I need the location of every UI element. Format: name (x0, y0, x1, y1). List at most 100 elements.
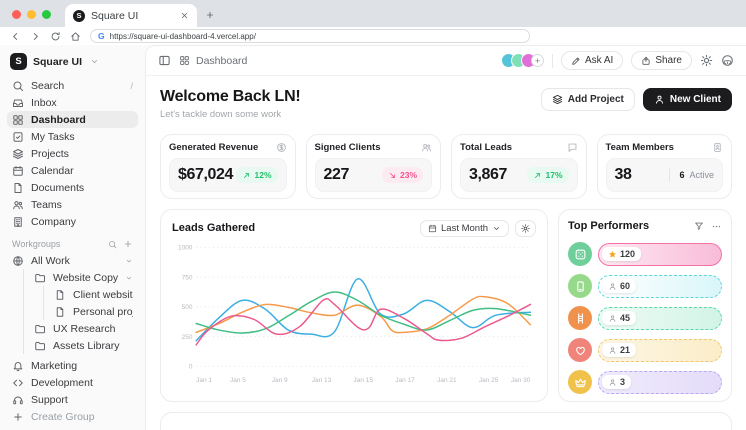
workgroup-item-client-website[interactable]: Client website (7, 286, 138, 303)
date-range-selector[interactable]: Last Month (420, 219, 509, 237)
performer-badge: 60 (602, 279, 637, 293)
theme-toggle-icon[interactable] (700, 54, 713, 67)
person-icon (608, 282, 617, 291)
ladder-avatar (568, 306, 592, 330)
stat-card-team-members: Team Members 38 6 Active (596, 134, 732, 199)
sidebar-footer-nav: Marketing Development Support (7, 357, 138, 408)
filter-icon[interactable] (694, 221, 704, 231)
chart-settings-button[interactable] (515, 219, 536, 237)
sidebar-item-documents[interactable]: Documents (7, 179, 138, 196)
new-client-button[interactable]: New Client (642, 88, 732, 111)
top-performers-card: Top Performers 120 60 45 21 3 (558, 209, 732, 402)
share-button[interactable]: Share (631, 51, 692, 70)
divider (551, 53, 553, 68)
coin-icon (276, 142, 287, 153)
home-icon[interactable] (70, 31, 81, 42)
globe-icon (12, 255, 24, 267)
performer-bar: 21 (598, 338, 722, 362)
performer-bar: 45 (598, 306, 722, 330)
layers-icon (12, 148, 24, 160)
forward-icon[interactable] (30, 31, 41, 42)
workgroup-item-website-copy[interactable]: Website Copy (7, 269, 138, 286)
workgroup-item-all-work[interactable]: All Work (7, 252, 138, 269)
performer-row[interactable]: 45 (568, 306, 722, 330)
reload-icon[interactable] (50, 31, 61, 42)
sidebar-item-development[interactable]: Development (7, 374, 138, 391)
sidebar-item-teams[interactable]: Teams (7, 196, 138, 213)
trend-up-badge: 12% (236, 167, 278, 183)
svg-text:Jan 21: Jan 21 (437, 377, 457, 384)
stat-card-generated-revenue: Generated Revenue $67,024 12% (160, 134, 296, 199)
performers-title: Top Performers (568, 220, 650, 232)
more-options-icon[interactable] (711, 221, 722, 232)
sidebar-item-projects[interactable]: Projects (7, 145, 138, 162)
stat-label: Generated Revenue (169, 142, 259, 153)
svg-text:Jan 25: Jan 25 (479, 377, 499, 384)
ask-ai-button[interactable]: Ask AI (560, 51, 624, 70)
sidebar: S Square UI Search / Inbox Dashboard My Task… (0, 45, 145, 430)
sidebar-item-calendar[interactable]: Calendar (7, 162, 138, 179)
project-icon (552, 94, 563, 105)
window-minimize-button[interactable] (27, 10, 36, 19)
workgroups-add-icon[interactable] (123, 239, 133, 249)
tab-favicon: S (73, 9, 85, 22)
page-title: Welcome Back LN! (160, 88, 301, 105)
breadcrumb: Dashboard (196, 54, 248, 67)
url-bar[interactable]: G https://square-ui-dashboard-4.vercel.a… (90, 29, 530, 43)
browser-window: S Square UI G https://square-ui-dashboar… (0, 0, 746, 430)
back-icon[interactable] (10, 31, 21, 42)
workgroups-search-icon[interactable] (108, 240, 117, 249)
tab-close-icon[interactable] (180, 11, 189, 20)
dice-avatar (568, 242, 592, 266)
chevron-down-icon[interactable] (125, 257, 133, 265)
sidebar-item-company[interactable]: Company (7, 213, 138, 230)
add-project-button[interactable]: Add Project (540, 88, 635, 111)
sidebar-toggle-icon[interactable] (158, 54, 171, 67)
chevron-down-icon (90, 57, 99, 66)
app: S Square UI Search / Inbox Dashboard My Task… (0, 45, 746, 430)
headset-icon (12, 394, 24, 406)
workspace-switcher[interactable]: S Square UI (7, 50, 138, 77)
svg-text:Jan 30: Jan 30 (511, 377, 531, 384)
performer-row[interactable]: 3 (568, 370, 722, 394)
workgroups-label: Workgroups (12, 239, 61, 249)
workgroups-tree: All Work Website Copy Client website Person… (7, 252, 138, 354)
svg-text:250: 250 (182, 334, 193, 341)
person-icon (608, 378, 617, 387)
create-group-button[interactable]: Create Group (7, 408, 138, 425)
stat-label: Total Leads (460, 142, 513, 153)
crown-avatar (568, 370, 592, 394)
sidebar-item-marketing[interactable]: Marketing (7, 357, 138, 374)
workgroup-item-personal-project[interactable]: Personal project (7, 303, 138, 320)
sidebar-item-support[interactable]: Support (7, 391, 138, 408)
sidebar-item-dashboard[interactable]: Dashboard (7, 111, 138, 128)
performer-row[interactable]: 120 (568, 242, 722, 266)
leads-gathered-card: Leads Gathered Last Month 0 250 500 750 … (160, 209, 548, 402)
window-close-button[interactable] (12, 10, 21, 19)
performer-row[interactable]: 60 (568, 274, 722, 298)
code-icon (12, 377, 24, 389)
stats-row: Generated Revenue $67,024 12% Signed Client… (160, 134, 732, 199)
welcome-section: Welcome Back LN! Let's tackle down some … (160, 88, 732, 120)
performer-bar: 3 (598, 370, 722, 394)
tab-strip: S Square UI (0, 0, 746, 27)
browser-tab[interactable]: S Square UI (65, 4, 197, 27)
window-zoom-button[interactable] (42, 10, 51, 19)
chart-title: Leads Gathered (172, 222, 256, 234)
chevron-down-icon[interactable] (125, 274, 133, 282)
workgroup-item-assets-library[interactable]: Assets Library (7, 337, 138, 354)
window-controls (12, 10, 51, 19)
sidebar-item-inbox[interactable]: Inbox (7, 94, 138, 111)
workgroup-item-ux-research[interactable]: UX Research (7, 320, 138, 337)
sidebar-item-search[interactable]: Search / (7, 77, 138, 94)
sidebar-item-my-tasks[interactable]: My Tasks (7, 128, 138, 145)
new-tab-button[interactable] (205, 10, 215, 20)
github-icon[interactable] (721, 54, 734, 67)
performer-badge: 45 (602, 311, 637, 325)
grid-icon (12, 114, 24, 126)
add-member-button[interactable]: + (530, 54, 544, 67)
phone-avatar (568, 274, 592, 298)
heart-avatar (568, 338, 592, 362)
performer-row[interactable]: 21 (568, 338, 722, 362)
chevron-down-icon (492, 224, 501, 233)
